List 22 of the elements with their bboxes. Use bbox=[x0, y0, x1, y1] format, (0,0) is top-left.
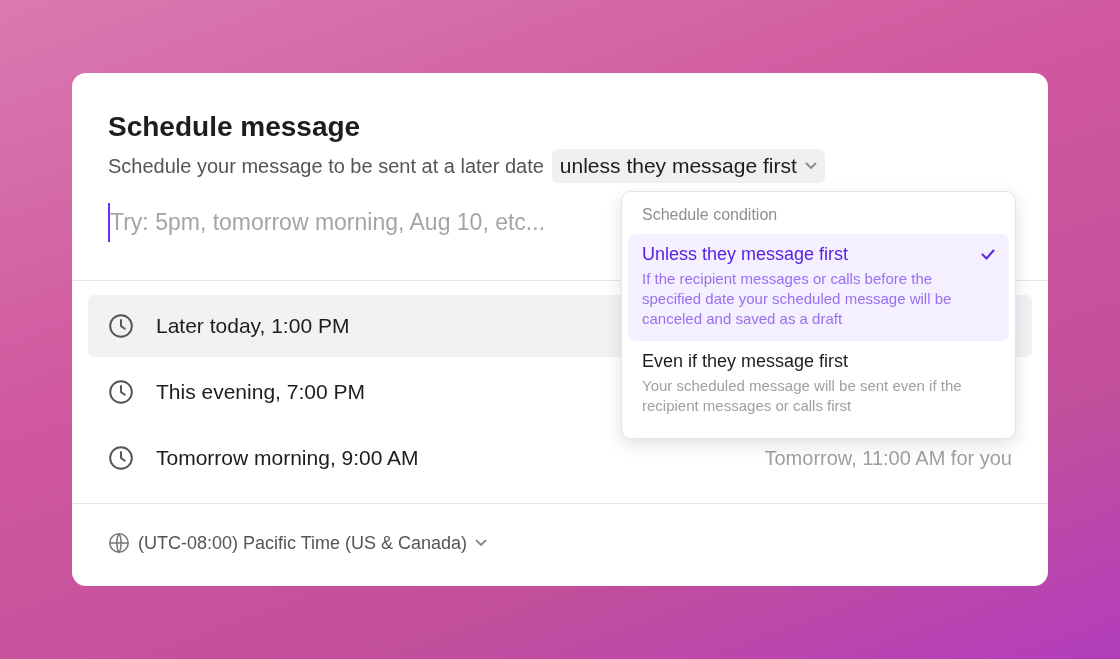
schedule-option[interactable]: This evening, 7:00 PM bbox=[88, 361, 385, 423]
option-label: This evening, 7:00 PM bbox=[156, 380, 365, 404]
condition-dropdown[interactable]: unless they message first bbox=[551, 149, 825, 183]
checkmark-icon bbox=[981, 249, 995, 260]
clock-icon bbox=[108, 313, 134, 339]
option-label: Later today, 1:00 PM bbox=[156, 314, 350, 338]
option-label: Tomorrow morning, 9:00 AM bbox=[156, 446, 419, 470]
dialog-title: Schedule message bbox=[108, 111, 362, 143]
timezone-selector[interactable]: (UTC-08:00) Pacific Time (US & Canada) bbox=[108, 532, 488, 554]
schedule-option[interactable]: Tomorrow morning, 9:00 AM Tomorrow, 11:00 AM for you bbox=[88, 427, 1032, 489]
local-time: Tomorrow, 11:00 AM for you bbox=[764, 446, 1012, 470]
clock-icon bbox=[108, 379, 134, 405]
menu-item-description: Your scheduled message will be sent even if the recipient messages or calls first bbox=[642, 376, 963, 416]
clock-icon bbox=[108, 445, 134, 471]
date-input-field[interactable]: Try: 5pm, tomorrow morning, Aug 10, etc... bbox=[108, 203, 610, 242]
menu-heading: Schedule condition bbox=[641, 206, 779, 225]
chevron-down-icon bbox=[475, 539, 488, 547]
globe-icon bbox=[108, 532, 130, 554]
chevron-down-icon bbox=[804, 162, 817, 170]
menu-item[interactable]: Unless they message first If the recipient messages or calls before the specified date your scheduled message will be canceled and saved as a draft bbox=[628, 234, 1009, 341]
dialog-subtitle: Schedule your message to be sent at a later date bbox=[108, 154, 544, 178]
menu-item-title: Unless they message first bbox=[642, 244, 849, 265]
